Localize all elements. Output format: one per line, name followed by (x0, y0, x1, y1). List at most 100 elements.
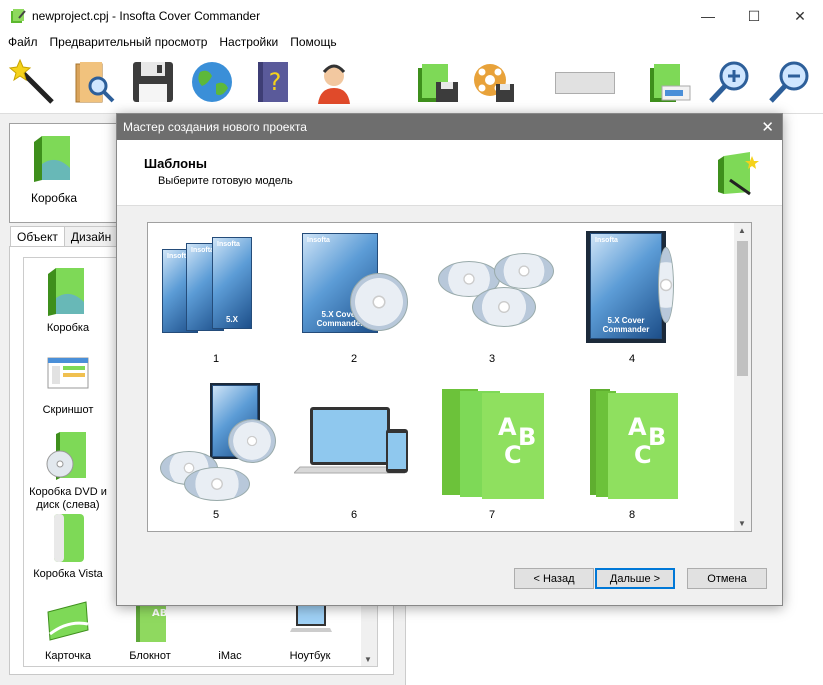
support-icon[interactable] (308, 56, 360, 108)
zoom-out-icon[interactable] (764, 56, 816, 108)
box-logo: Insofta (191, 247, 214, 254)
template-number: 8 (628, 509, 636, 521)
vista-box-icon (46, 512, 90, 564)
template-item-8[interactable]: ABC 8 (572, 383, 692, 521)
object-label: Коробка DVD и диск (слева) (29, 486, 107, 511)
dialog-title-bar: Мастер создания нового проекта ✕ (117, 114, 782, 140)
object-label: Блокнот (129, 650, 171, 662)
svg-text:A: A (498, 413, 517, 441)
template-preview-5 (156, 383, 276, 503)
template-item-4[interactable]: Insofta 5.X Cover Commander 4 (572, 227, 692, 365)
template-number: 5 (212, 509, 220, 521)
object-label: Ноутбук (289, 650, 331, 662)
app-icon (10, 8, 26, 24)
templates-scrollbar[interactable]: ▲ ▼ (734, 223, 751, 531)
close-icon[interactable]: ✕ (777, 0, 823, 32)
template-preview-3 (432, 227, 554, 347)
screenshot-icon (46, 348, 90, 400)
save-video-icon[interactable] (468, 56, 520, 108)
template-item-5[interactable]: 5 (156, 383, 276, 521)
object-item-card[interactable]: Карточка (28, 594, 108, 663)
menu-file[interactable]: Файл (2, 35, 44, 49)
box-icon (46, 266, 90, 318)
template-preview-4: Insofta 5.X Cover Commander (572, 227, 692, 347)
svg-text:C: C (634, 441, 652, 469)
title-bar: newproject.cpj - Insofta Cover Commander… (0, 0, 823, 32)
menu-bar: Файл Предварительный просмотр Настройки … (0, 32, 823, 52)
menu-help[interactable]: Помощь (284, 35, 342, 49)
template-preview-8: ABC (572, 383, 692, 503)
preview-item[interactable]: Коробка (24, 134, 84, 205)
box-label: 5.X Cover Commander (602, 316, 650, 334)
zoom-in-icon[interactable] (704, 56, 756, 108)
tab-object[interactable]: Объект (10, 226, 65, 248)
template-item-3[interactable]: 3 (432, 227, 554, 365)
object-item-vista-box[interactable]: Коробка Vista (28, 512, 108, 581)
preview-label: Коробка (30, 191, 78, 205)
dialog-header: Шаблоны Выберите готовую модель (117, 140, 782, 206)
dvd-box-icon (46, 430, 90, 482)
templates-list: Insofta Insofta Insofta 5.X 1 Insofta 5.X … (147, 222, 752, 532)
back-button[interactable]: < Назад (514, 568, 594, 589)
object-label: Скриншот (42, 404, 94, 416)
dialog-subheading: Выберите готовую модель (158, 175, 293, 187)
box-icon (34, 136, 70, 182)
box-label: 5.X (225, 315, 238, 324)
minimize-icon[interactable]: — (685, 0, 731, 32)
export-icon[interactable] (644, 56, 696, 108)
maximize-icon[interactable]: ☐ (731, 0, 777, 32)
globe-icon[interactable] (186, 56, 238, 108)
box-logo: Insofta (217, 241, 240, 248)
menu-preview[interactable]: Предварительный просмотр (44, 35, 214, 49)
object-item-box[interactable]: Коробка (28, 266, 108, 335)
template-preview-7: ABC (432, 383, 552, 503)
template-number: 2 (350, 353, 358, 365)
object-label: Карточка (44, 650, 92, 662)
scroll-down-icon[interactable]: ▼ (364, 655, 372, 664)
menu-settings[interactable]: Настройки (213, 35, 284, 49)
template-number: 6 (350, 509, 358, 521)
svg-text:A: A (628, 413, 647, 441)
card-icon (46, 594, 90, 646)
open-folder-icon[interactable] (68, 56, 120, 108)
object-label: Коробка (46, 322, 90, 334)
template-preview-2: Insofta 5.X Cover Commander (294, 227, 414, 347)
toolbar: ? (0, 52, 823, 114)
window-title: newproject.cpj - Insofta Cover Commander (32, 9, 261, 23)
tab-bar: Объект Дизайн (10, 226, 119, 248)
box-logo: Insofta (595, 237, 618, 244)
svg-text:C: C (504, 441, 522, 469)
object-label: Коробка Vista (33, 568, 103, 580)
template-preview-6 (292, 383, 414, 503)
wizard-box-icon (716, 150, 760, 196)
dialog-heading: Шаблоны (144, 156, 207, 171)
tab-design[interactable]: Дизайн (63, 226, 119, 248)
template-item-6[interactable]: 6 (292, 383, 414, 521)
template-item-1[interactable]: Insofta Insofta Insofta 5.X 1 (156, 227, 276, 365)
object-item-screenshot[interactable]: Скриншот (28, 348, 108, 417)
box-logo: Insofta (307, 237, 330, 244)
template-number: 7 (488, 509, 496, 521)
next-button[interactable]: Дальше > (595, 568, 675, 589)
dialog-close-icon[interactable]: ✕ (761, 118, 774, 136)
template-number: 4 (628, 353, 636, 365)
help-book-icon[interactable]: ? (248, 56, 300, 108)
save-image-icon[interactable] (412, 56, 464, 108)
svg-text:?: ? (269, 68, 282, 96)
scrollbar-thumb[interactable] (737, 241, 748, 376)
template-preview-1: Insofta Insofta Insofta 5.X (156, 227, 276, 347)
dialog-title: Мастер создания нового проекта (123, 120, 307, 134)
template-number: 3 (488, 353, 496, 365)
wand-icon[interactable] (6, 56, 58, 108)
template-item-2[interactable]: Insofta 5.X Cover Commander 2 (294, 227, 414, 365)
toolbar-field[interactable] (555, 72, 615, 94)
template-item-7[interactable]: ABC 7 (432, 383, 552, 521)
cancel-button[interactable]: Отмена (687, 568, 767, 589)
save-icon[interactable] (127, 56, 179, 108)
svg-text:AB: AB (152, 608, 167, 619)
scroll-up-icon[interactable]: ▲ (738, 226, 746, 235)
scroll-down-icon[interactable]: ▼ (738, 519, 746, 528)
object-item-dvd-box[interactable]: Коробка DVD и диск (слева) (28, 430, 108, 512)
template-number: 1 (212, 353, 220, 365)
new-project-wizard-dialog: Мастер создания нового проекта ✕ Шаблоны… (116, 113, 783, 606)
